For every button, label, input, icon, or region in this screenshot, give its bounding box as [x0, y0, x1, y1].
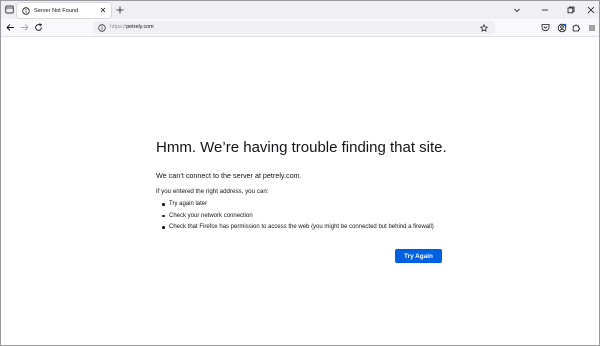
tab-active[interactable]: Server Not Found — [17, 3, 111, 18]
bullet — [162, 214, 165, 218]
error-short-description: We can’t connect to the server at petrel… — [156, 171, 302, 180]
suggestions-heading: If you entered the right address, you ca… — [156, 188, 269, 195]
site-info-icon[interactable] — [97, 23, 106, 32]
tab-close-icon[interactable] — [99, 6, 107, 14]
account-icon[interactable] — [556, 22, 567, 33]
reload-icon[interactable] — [33, 22, 44, 33]
list-item: Check your network connection — [156, 213, 434, 225]
info-icon — [22, 6, 30, 15]
back-arrow-icon[interactable] — [5, 22, 16, 33]
menu-hamburger-icon[interactable] — [586, 22, 597, 33]
page-content: Hmm. We’re having trouble finding that s… — [1, 37, 599, 345]
firefox-view-icon[interactable] — [4, 5, 14, 14]
minimize-icon[interactable] — [539, 4, 551, 16]
tab-strip: Server Not Found — [1, 1, 599, 19]
url-scheme: https:// — [110, 23, 127, 30]
pocket-icon[interactable] — [540, 22, 551, 33]
address-bar[interactable]: https://petrely.com — [93, 21, 495, 34]
list-item: Check that Firefox has permission to acc… — [156, 224, 434, 236]
browser-window: Server Not Found https://petrely.com Hmm… — [0, 0, 600, 346]
suggestion-text: Check that Firefox has permission to acc… — [169, 224, 434, 230]
bullet — [162, 203, 165, 206]
suggestion-list: Try again later Check your network conne… — [156, 201, 434, 236]
new-tab-plus-icon[interactable] — [115, 5, 125, 15]
suggestion-text: Try again later — [169, 201, 208, 207]
bullet — [162, 226, 165, 229]
try-again-button[interactable]: Try Again — [395, 249, 442, 263]
forward-arrow-icon[interactable] — [19, 22, 30, 33]
navigation-toolbar: https://petrely.com — [1, 19, 599, 37]
list-item: Try again later — [156, 201, 434, 213]
url-host: petrely.com — [126, 23, 154, 30]
url-text[interactable]: https://petrely.com — [110, 24, 154, 30]
close-window-icon[interactable] — [585, 4, 597, 16]
tab-title: Server Not Found — [34, 7, 79, 14]
list-all-tabs-chevron-icon[interactable] — [512, 5, 522, 15]
restore-icon[interactable] — [565, 4, 577, 16]
error-title: Hmm. We’re having trouble finding that s… — [156, 139, 447, 156]
extensions-puzzle-icon[interactable] — [571, 22, 582, 33]
bookmark-star-icon[interactable] — [479, 23, 488, 32]
suggestion-text: Check your network connection — [169, 212, 253, 219]
